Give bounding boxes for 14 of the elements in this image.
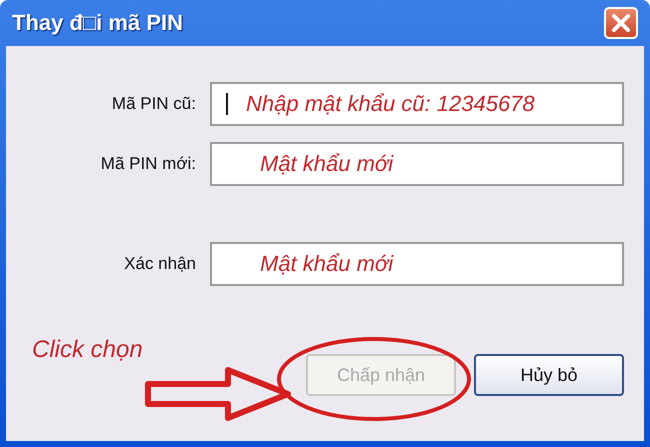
annotation-text: Click chọn [32, 336, 143, 364]
input-field[interactable]: Mật khẩu mới [210, 242, 624, 286]
close-button[interactable] [604, 7, 638, 39]
window-title: Thay đ□i mã PIN [12, 10, 183, 36]
annotation-text: Nhập mật khẩu cũ: 12345678 [246, 91, 535, 117]
field-label: Mã PIN cũ: [110, 94, 196, 114]
annotation-text: Mật khẩu mới [259, 251, 394, 277]
input-field[interactable]: Nhập mật khẩu cũ: 12345678 [210, 82, 624, 126]
annotation-text: Mật khẩu mới [259, 151, 394, 177]
input-field[interactable]: Mật khẩu mới [210, 142, 624, 186]
field-label: Xác nhận [123, 254, 196, 274]
cancel-button[interactable]: Hủy bỏ [474, 354, 624, 396]
field-label: Mã PIN mới: [100, 154, 196, 174]
close-icon [610, 13, 632, 33]
